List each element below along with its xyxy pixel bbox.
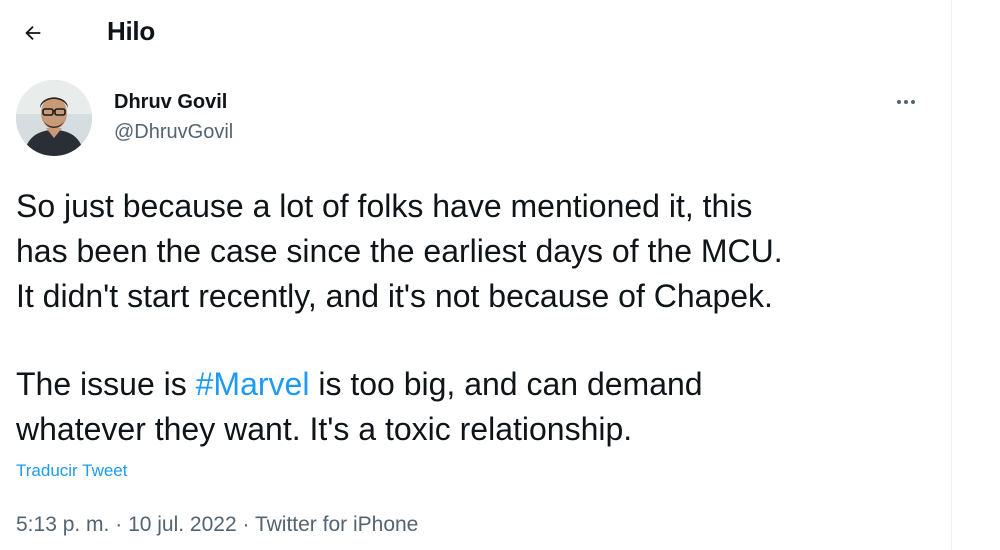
tweet-metadata: 5:13 p. m. · 10 jul. 2022 · Twitter for … — [16, 513, 418, 537]
more-horizontal-icon — [897, 100, 901, 104]
hashtag-link[interactable]: #Marvel — [196, 366, 310, 402]
tweet-time[interactable]: 5:13 p. m. — [16, 513, 109, 536]
author-name[interactable]: Dhruv Govil — [114, 91, 227, 114]
tweet-author: Dhruv Govil @DhruvGovil — [16, 80, 936, 160]
right-gutter — [951, 0, 1000, 550]
tweet-line: whatever they want. It's a toxic relatio… — [16, 411, 633, 447]
tweet-line: So just because a lot of folks have ment… — [16, 188, 753, 224]
meta-separator: · — [109, 513, 129, 536]
avatar-image — [16, 80, 92, 156]
translate-tweet-link[interactable]: Traducir Tweet — [16, 461, 128, 481]
thread-header: Hilo — [0, 0, 951, 66]
author-handle[interactable]: @DhruvGovil — [114, 121, 233, 144]
tweet-text: So just because a lot of folks have ment… — [16, 184, 941, 452]
back-button[interactable] — [14, 14, 52, 52]
tweet-line: has been the case since the earliest day… — [16, 233, 783, 269]
arrow-left-icon — [25, 25, 41, 41]
tweet-thread-page: Hilo Dhruv Govil @DhruvGovil So just bec… — [0, 0, 1000, 550]
avatar[interactable] — [16, 80, 92, 156]
meta-separator: · — [236, 513, 255, 536]
tweet-source[interactable]: Twitter for iPhone — [255, 513, 418, 536]
tweet-date[interactable]: 10 jul. 2022 — [128, 513, 237, 536]
tweet-line: It didn't start recently, and it's not b… — [16, 278, 773, 314]
more-button[interactable] — [888, 88, 924, 116]
page-title: Hilo — [107, 16, 155, 46]
tweet-line: The issue is #Marvel is too big, and can… — [16, 366, 703, 402]
